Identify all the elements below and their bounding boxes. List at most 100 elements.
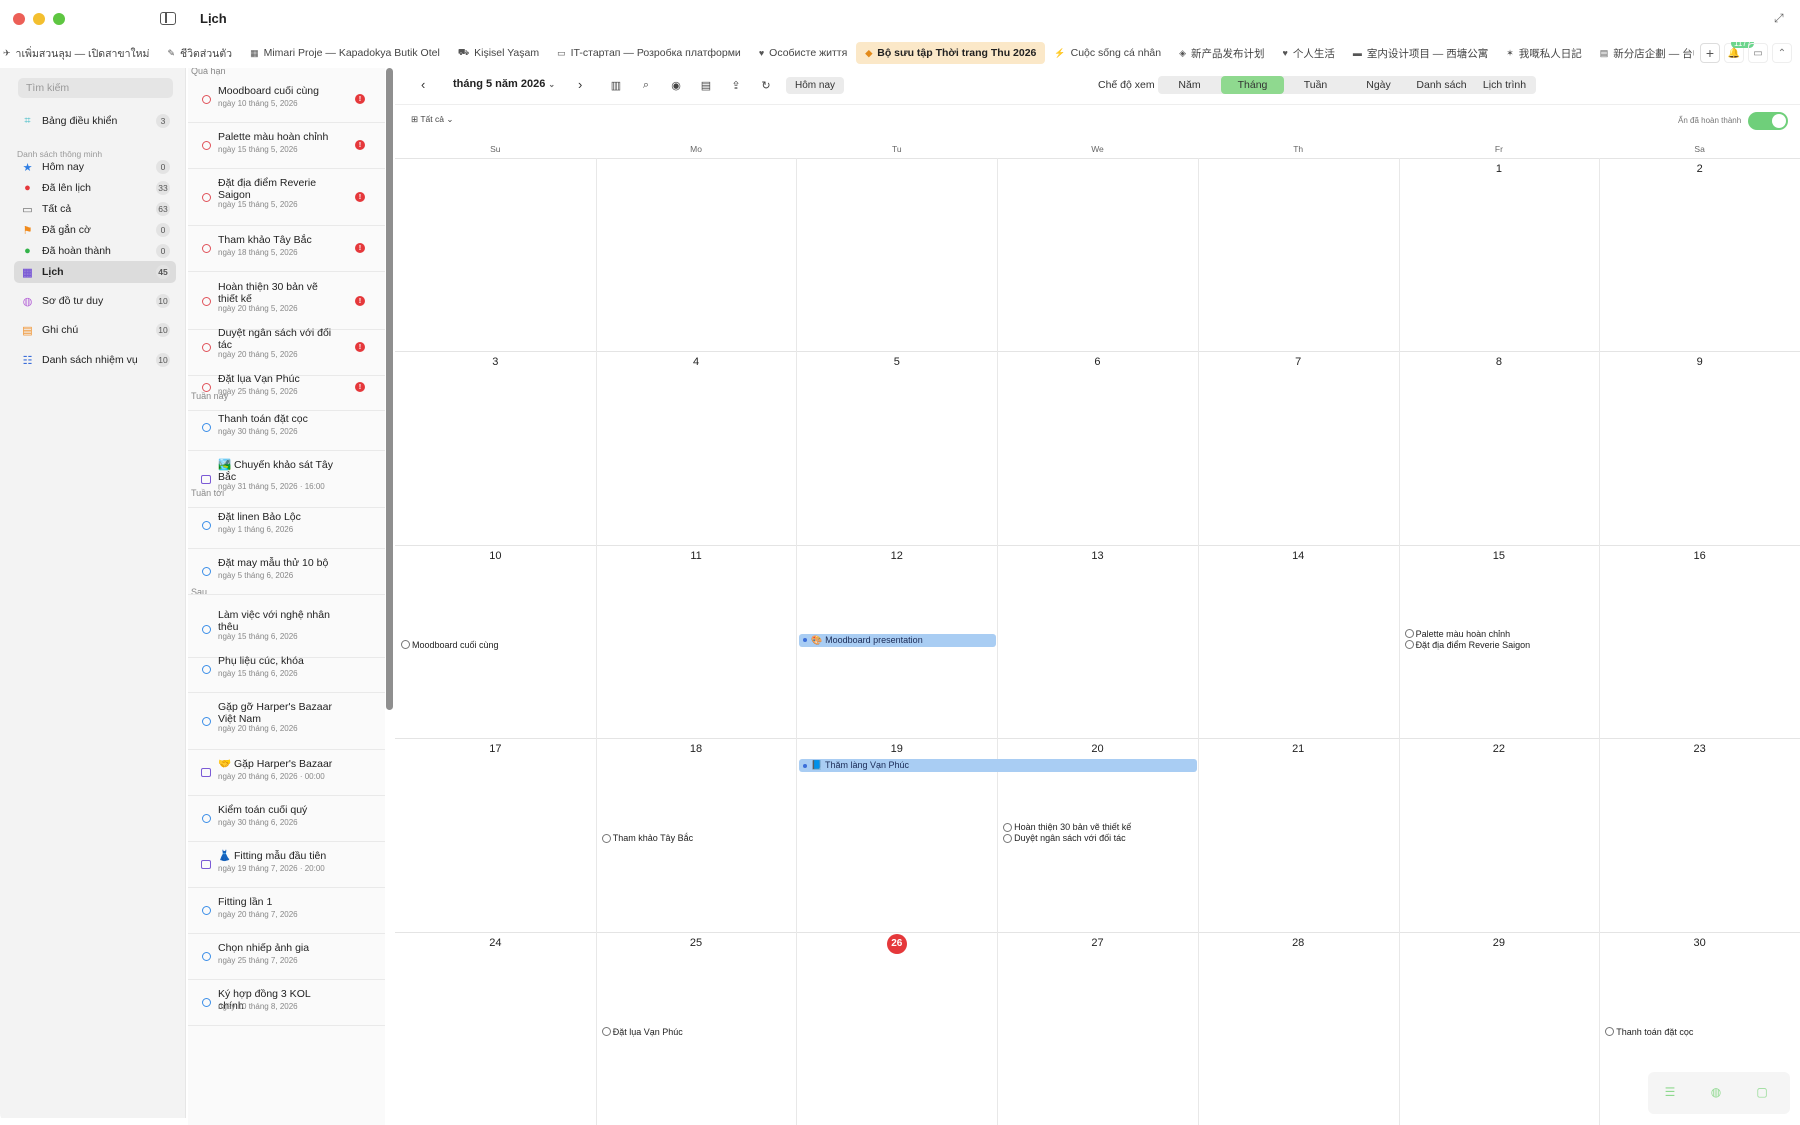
- task-list-scrollbar[interactable]: [386, 68, 393, 710]
- task-checkbox[interactable]: [1605, 1027, 1615, 1037]
- sync-icon[interactable]: ↻: [759, 78, 773, 92]
- list-icon[interactable]: ☰: [1662, 1085, 1678, 1101]
- task-checkbox[interactable]: [202, 343, 211, 352]
- sidebar-item-dashboard[interactable]: ⌗ Bảng điều khiển 3: [14, 110, 176, 132]
- brain-icon[interactable]: ◍: [1708, 1085, 1724, 1101]
- day-cell[interactable]: [1198, 738, 1399, 931]
- task-checkbox[interactable]: [202, 244, 211, 253]
- task-row[interactable]: Palette màu hoàn chỉnh ngày 15 tháng 5, 2…: [188, 123, 385, 169]
- task-checkbox[interactable]: [202, 141, 211, 150]
- day-cell[interactable]: [395, 351, 596, 544]
- notifications-button[interactable]: 🔔 1177: [1724, 42, 1755, 63]
- task-checkbox[interactable]: [202, 193, 211, 202]
- task-checkbox[interactable]: [202, 906, 211, 915]
- search-icon[interactable]: ⌕: [639, 78, 653, 92]
- task-checkbox[interactable]: [202, 95, 211, 104]
- task-checkbox[interactable]: [202, 625, 211, 634]
- project-tab[interactable]: ♥ 个人生活: [1274, 42, 1344, 64]
- project-tab[interactable]: ✶ 我嘅私人日記: [1497, 42, 1591, 64]
- task-row[interactable]: Ký hợp đồng 3 KOL chính ngày 10 tháng 8, …: [188, 980, 385, 1026]
- project-tab[interactable]: ✈ าเพิ่มสวนลุม — เปิดสาขาใหม่: [0, 42, 158, 64]
- day-cell[interactable]: [1198, 158, 1399, 351]
- task-checkbox[interactable]: [202, 521, 211, 530]
- task-checkbox[interactable]: [202, 998, 211, 1007]
- day-cell[interactable]: [1399, 932, 1600, 1125]
- task-row[interactable]: Moodboard cuối cùng ngày 10 tháng 5, 2026…: [188, 77, 385, 123]
- view-option[interactable]: Lịch trình: [1473, 76, 1536, 94]
- calendar-event-bar[interactable]: 🎨 Moodboard presentation: [799, 633, 997, 647]
- sidebar-item[interactable]: ☷ Danh sách nhiệm vụ 10: [14, 349, 176, 371]
- task-row[interactable]: Đặt may mẫu thử 10 bộ ngày 5 tháng 6, 202…: [188, 549, 385, 595]
- task-checkbox[interactable]: [1404, 629, 1414, 639]
- day-cell[interactable]: [1198, 351, 1399, 544]
- calendar-task[interactable]: Hoàn thiện 30 bản vẽ thiết kế: [1003, 822, 1131, 832]
- calendar-task[interactable]: Đặt địa điểm Reverie Saigon: [1404, 640, 1530, 650]
- calendar-task[interactable]: Tham khảo Tây Bắc: [601, 833, 693, 843]
- task-checkbox[interactable]: [202, 383, 211, 392]
- stats-icon[interactable]: ▥: [609, 78, 623, 92]
- task-checkbox[interactable]: [601, 1027, 611, 1037]
- close-window-button[interactable]: [13, 13, 25, 25]
- day-cell[interactable]: [997, 932, 1198, 1125]
- day-cell[interactable]: [796, 932, 997, 1125]
- calendar-task[interactable]: Thanh toán đặt cọc: [1605, 1027, 1693, 1037]
- layout-icon[interactable]: ▭: [1748, 43, 1768, 63]
- previous-month-button[interactable]: ‹: [421, 77, 425, 92]
- day-cell[interactable]: [1599, 738, 1800, 931]
- task-checkbox[interactable]: [202, 952, 211, 961]
- day-cell[interactable]: [796, 351, 997, 544]
- task-checkbox[interactable]: [401, 640, 410, 650]
- task-row[interactable]: 🤝 Gặp Harper's Bazaar ngày 20 tháng 6, 20…: [188, 750, 385, 796]
- project-tab[interactable]: ⛟ Kişisel Yaşam: [449, 42, 548, 64]
- hide-completed-toggle[interactable]: [1748, 112, 1788, 130]
- task-row[interactable]: 🏞️ Chuyến khảo sát Tây Bắc ngày 31 tháng …: [188, 451, 385, 508]
- sidebar-toggle-icon[interactable]: [160, 12, 176, 25]
- day-cell[interactable]: [1399, 158, 1600, 351]
- filter-dropdown[interactable]: ⊞ Tất cả ⌄: [411, 114, 453, 125]
- day-cell[interactable]: [997, 351, 1198, 544]
- day-cell[interactable]: [1399, 351, 1600, 544]
- sidebar-item[interactable]: ▭ Tất cả 63: [14, 198, 176, 220]
- task-checkbox[interactable]: [1003, 822, 1013, 832]
- view-option[interactable]: Tuần: [1284, 76, 1347, 94]
- next-month-button[interactable]: ›: [578, 77, 582, 92]
- day-cell[interactable]: [1599, 351, 1800, 544]
- task-row[interactable]: Thanh toán đặt cọc ngày 30 tháng 5, 2026: [188, 405, 385, 451]
- notes-icon[interactable]: ▤: [699, 78, 713, 92]
- task-row[interactable]: Fitting lần 1 ngày 20 tháng 7, 2026: [188, 888, 385, 934]
- view-option[interactable]: Ngày: [1347, 76, 1410, 94]
- palette-icon[interactable]: ◉: [669, 78, 683, 92]
- day-cell[interactable]: [1599, 545, 1800, 738]
- today-button[interactable]: Hôm nay: [786, 77, 844, 94]
- day-cell[interactable]: [1399, 738, 1600, 931]
- project-tab[interactable]: ♥ Особисте життя: [750, 42, 857, 64]
- task-checkbox[interactable]: [202, 567, 211, 576]
- calendar-task[interactable]: Duyệt ngân sách với đối tác: [1003, 833, 1126, 843]
- view-option[interactable]: Danh sách: [1410, 76, 1473, 94]
- fullscreen-icon[interactable]: ⤢: [1774, 12, 1786, 24]
- zoom-window-button[interactable]: [53, 13, 65, 25]
- task-checkbox[interactable]: [202, 814, 211, 823]
- add-tab-button[interactable]: +: [1700, 43, 1720, 63]
- sidebar-item[interactable]: ◍ Sơ đồ tư duy 10: [14, 290, 176, 312]
- day-cell[interactable]: [796, 158, 997, 351]
- day-cell[interactable]: [395, 932, 596, 1125]
- month-selector[interactable]: tháng 5 năm 2026 ⌄: [453, 78, 555, 90]
- calendar-task[interactable]: Palette màu hoàn chỉnh: [1404, 629, 1510, 639]
- share-icon[interactable]: ⇪: [729, 78, 743, 92]
- task-row[interactable]: Gặp gỡ Harper's Bazaar Việt Nam ngày 20 t…: [188, 693, 385, 750]
- task-checkbox[interactable]: [202, 423, 211, 432]
- project-tab[interactable]: ◆ Bộ sưu tập Thời trang Thu 2026: [856, 42, 1046, 64]
- sidebar-item[interactable]: ⚑ Đã gắn cờ 0: [14, 219, 176, 241]
- project-tab[interactable]: ⚡ Cuộc sống cá nhân: [1045, 42, 1170, 64]
- task-checkbox[interactable]: [601, 833, 611, 843]
- task-row[interactable]: Đặt địa điểm Reverie Saigon ngày 15 tháng…: [188, 169, 385, 226]
- chevron-up-icon[interactable]: ⌃: [1772, 43, 1792, 63]
- clipboard-icon[interactable]: ▢: [1754, 1085, 1770, 1101]
- day-cell[interactable]: [395, 738, 596, 931]
- day-cell[interactable]: [997, 545, 1198, 738]
- day-cell[interactable]: [1599, 158, 1800, 351]
- day-cell[interactable]: [997, 158, 1198, 351]
- day-cell[interactable]: [1198, 932, 1399, 1125]
- task-checkbox[interactable]: [202, 665, 211, 674]
